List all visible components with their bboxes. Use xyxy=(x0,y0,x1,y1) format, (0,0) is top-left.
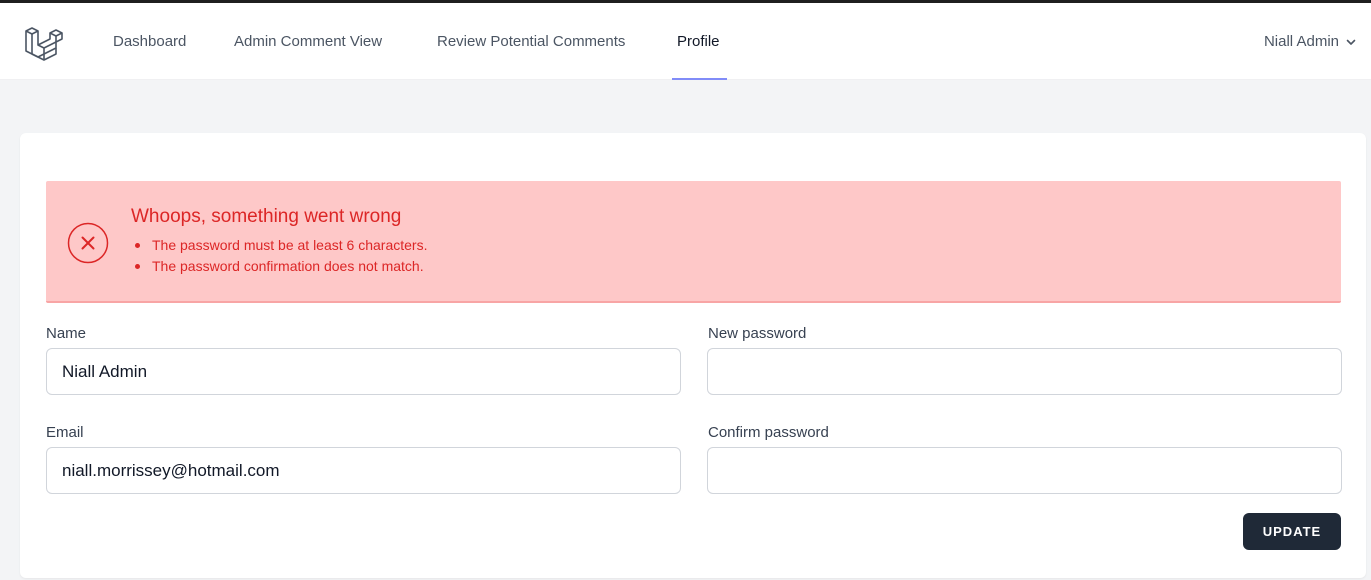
nav-link-review-potential-comments[interactable]: Review Potential Comments xyxy=(437,33,625,50)
email-label: Email xyxy=(46,424,84,441)
nav-link-profile[interactable]: Profile xyxy=(677,33,720,50)
confirm-password-label: Confirm password xyxy=(708,424,829,441)
error-alert: Whoops, something went wrong The passwor… xyxy=(46,181,1341,303)
user-menu-dropdown[interactable]: Niall Admin xyxy=(1264,33,1357,50)
laravel-logo-icon[interactable] xyxy=(22,25,64,65)
error-x-circle-icon xyxy=(67,222,109,264)
new-password-input[interactable] xyxy=(707,348,1342,395)
alert-title: Whoops, something went wrong xyxy=(131,206,402,227)
nav-link-dashboard[interactable]: Dashboard xyxy=(113,33,186,50)
alert-error-item: The password must be at least 6 characte… xyxy=(133,235,427,256)
new-password-label: New password xyxy=(708,325,807,342)
name-label: Name xyxy=(46,325,87,342)
top-navbar: Dashboard Admin Comment View Review Pote… xyxy=(0,3,1371,80)
email-input[interactable] xyxy=(46,447,681,494)
nav-link-admin-comment-view[interactable]: Admin Comment View xyxy=(234,33,382,50)
profile-card: Whoops, something went wrong The passwor… xyxy=(20,133,1366,578)
name-input[interactable] xyxy=(46,348,681,395)
alert-error-list: The password must be at least 6 characte… xyxy=(133,235,427,277)
active-tab-indicator xyxy=(672,78,727,80)
update-button[interactable]: UPDATE xyxy=(1243,513,1341,550)
alert-error-item: The password confirmation does not match… xyxy=(133,256,427,277)
confirm-password-input[interactable] xyxy=(707,447,1342,494)
chevron-down-icon xyxy=(1346,39,1356,45)
user-name: Niall Admin xyxy=(1263,33,1339,50)
